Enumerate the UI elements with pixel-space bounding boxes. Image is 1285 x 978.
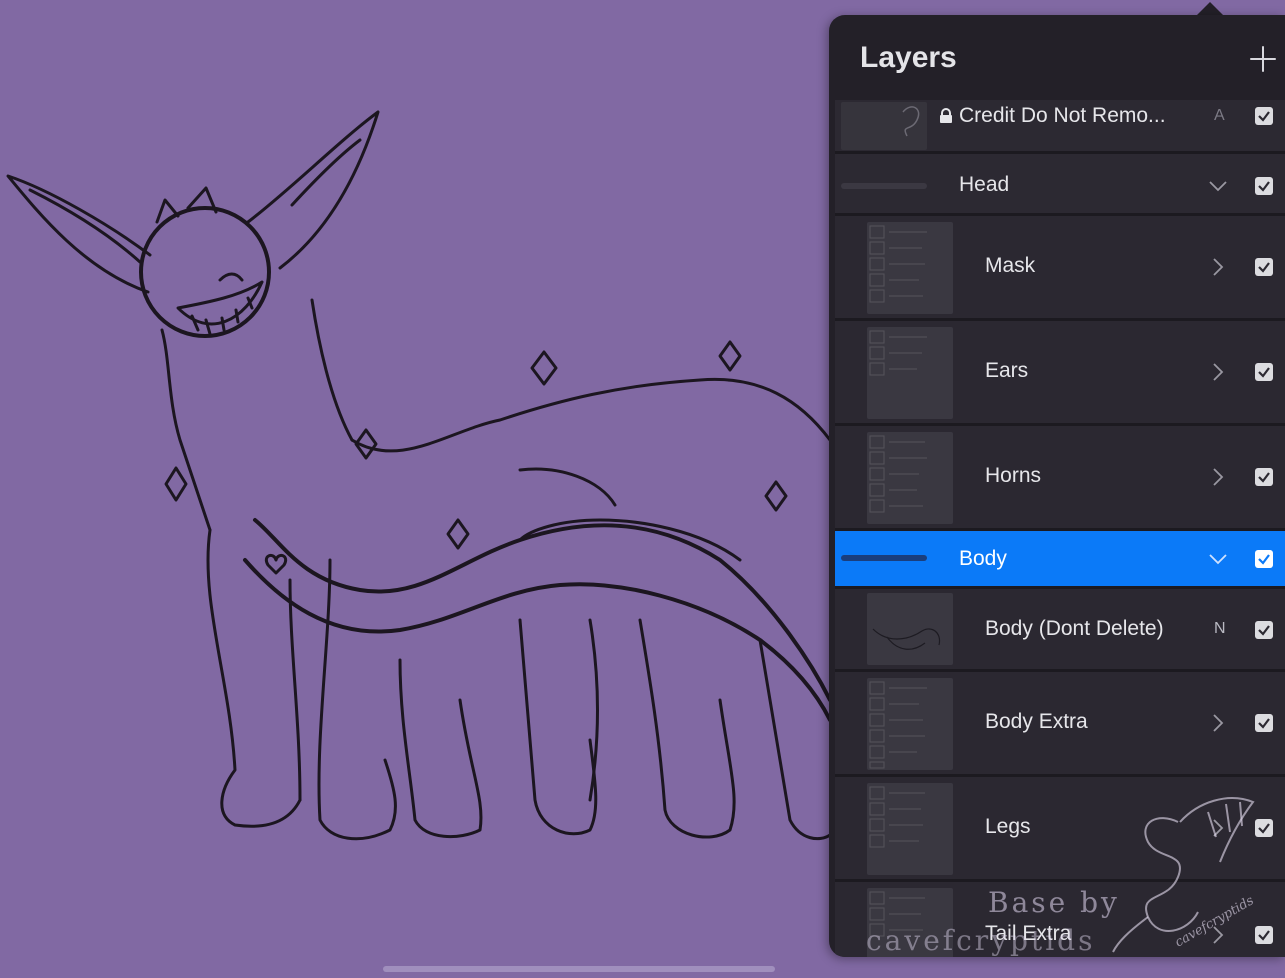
svg-text:cavefcryptids: cavefcryptids	[1173, 893, 1257, 950]
visibility-checkbox[interactable]	[1255, 258, 1273, 276]
checkmark-icon	[1258, 625, 1270, 636]
visibility-checkbox[interactable]	[1255, 177, 1273, 195]
watermark-text: Base by	[988, 886, 1120, 919]
checkmark-icon	[1258, 472, 1270, 483]
visibility-checkbox[interactable]	[1255, 107, 1273, 125]
layer-group-head[interactable]: Head	[835, 154, 1285, 216]
layer-name: Mask	[985, 254, 1036, 277]
layer-name: Ears	[985, 359, 1029, 382]
layer-name: Body Extra	[985, 710, 1088, 733]
blend-mode-button[interactable]: A	[1214, 107, 1225, 125]
plus-icon	[1250, 46, 1276, 72]
chevron-down-icon[interactable]	[1208, 549, 1228, 569]
group-indicator	[841, 555, 927, 561]
checkmark-icon	[1258, 111, 1270, 122]
layer-group-body-extra[interactable]: Body Extra	[835, 672, 1285, 777]
watermark-text: cavefcryptids	[866, 924, 1096, 957]
visibility-checkbox[interactable]	[1255, 714, 1273, 732]
checkmark-icon	[1258, 181, 1270, 192]
panel-title: Layers	[860, 41, 957, 74]
chevron-right-icon[interactable]	[1208, 257, 1228, 277]
layer-group-ears[interactable]: Ears	[835, 321, 1285, 426]
visibility-checkbox[interactable]	[1255, 468, 1273, 486]
group-indicator	[841, 183, 927, 189]
layer-name: Body	[959, 547, 1007, 570]
layer-thumbnail	[867, 783, 953, 875]
blend-mode-button[interactable]: N	[1214, 620, 1226, 638]
chevron-right-icon[interactable]	[1208, 362, 1228, 382]
home-indicator[interactable]	[383, 966, 775, 972]
visibility-checkbox[interactable]	[1255, 550, 1273, 568]
checkmark-icon	[1258, 718, 1270, 729]
layer-name: Credit Do Not Remo...	[959, 104, 1166, 127]
layer-thumbnail	[867, 327, 953, 419]
checkmark-icon	[1258, 367, 1270, 378]
chevron-down-icon[interactable]	[1208, 176, 1228, 196]
layer-name: Body (Dont Delete)	[985, 617, 1164, 640]
layer-thumbnail	[867, 222, 953, 314]
lock-icon	[940, 108, 952, 123]
visibility-checkbox[interactable]	[1255, 621, 1273, 639]
layer-name: Legs	[985, 815, 1031, 838]
layer-thumbnail	[867, 432, 953, 524]
add-layer-button[interactable]	[1247, 43, 1279, 75]
layer-thumbnail	[841, 102, 927, 150]
popover-arrow	[1196, 2, 1224, 16]
dragon-watermark-icon: cavefcryptids	[1112, 797, 1257, 953]
layer-thumbnail	[867, 678, 953, 770]
checkmark-icon	[1258, 823, 1270, 834]
chevron-right-icon[interactable]	[1208, 713, 1228, 733]
layer-row-credit[interactable]: Credit Do Not Remo... A	[835, 100, 1285, 154]
layer-name: Head	[959, 173, 1010, 196]
layer-row-body-dont-delete[interactable]: Body (Dont Delete) N	[835, 589, 1285, 672]
layer-name: Horns	[985, 464, 1042, 487]
layer-group-horns[interactable]: Horns	[835, 426, 1285, 531]
checkmark-icon	[1258, 930, 1270, 941]
layer-group-mask[interactable]: Mask	[835, 216, 1285, 321]
layer-group-body[interactable]: Body	[835, 531, 1285, 589]
layer-thumbnail	[867, 593, 953, 665]
visibility-checkbox[interactable]	[1255, 363, 1273, 381]
checkmark-icon	[1258, 554, 1270, 565]
checkmark-icon	[1258, 262, 1270, 273]
chevron-right-icon[interactable]	[1208, 467, 1228, 487]
